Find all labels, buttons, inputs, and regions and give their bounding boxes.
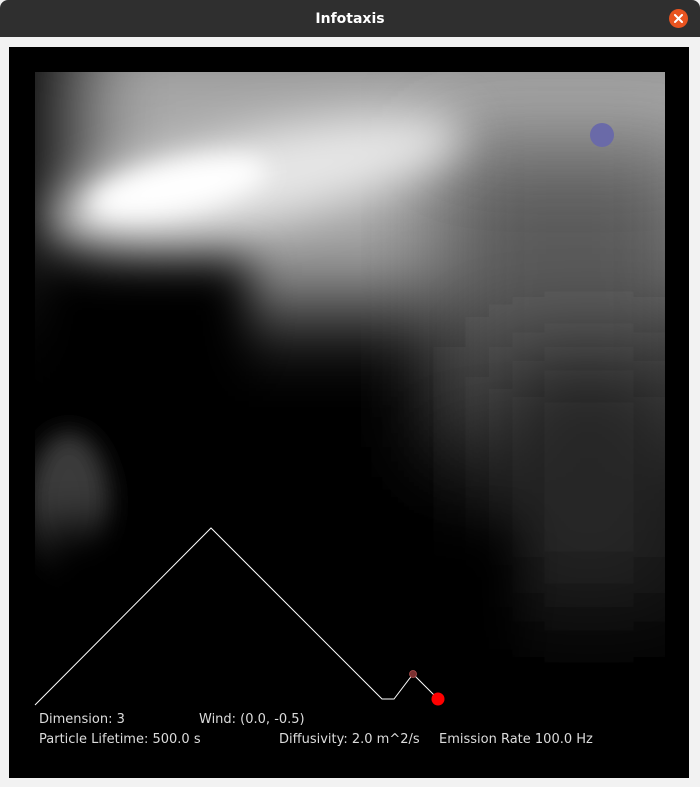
agent-marker	[431, 692, 445, 706]
diffusivity-label: Diffusivity: 2.0 m^2/s	[279, 732, 420, 747]
window-title: Infotaxis	[315, 10, 385, 27]
title-bar[interactable]: Infotaxis	[0, 0, 700, 37]
probability-heatmap	[35, 72, 665, 705]
dimension-label: Dimension: 3	[39, 712, 125, 727]
source-estimate-marker	[590, 123, 614, 147]
emission-rate-label: Emission Rate 100.0 Hz	[439, 732, 593, 747]
close-button[interactable]	[669, 9, 688, 28]
simulation-viewport[interactable]: Dimension: 3 Wind: (0.0, -0.5) Particle …	[9, 47, 689, 778]
wind-label: Wind: (0.0, -0.5)	[199, 712, 305, 727]
waypoint-marker	[409, 670, 417, 678]
probability-map-canvas	[34, 72, 665, 706]
close-icon	[674, 14, 683, 23]
particle-lifetime-label: Particle Lifetime: 500.0 s	[39, 732, 201, 747]
